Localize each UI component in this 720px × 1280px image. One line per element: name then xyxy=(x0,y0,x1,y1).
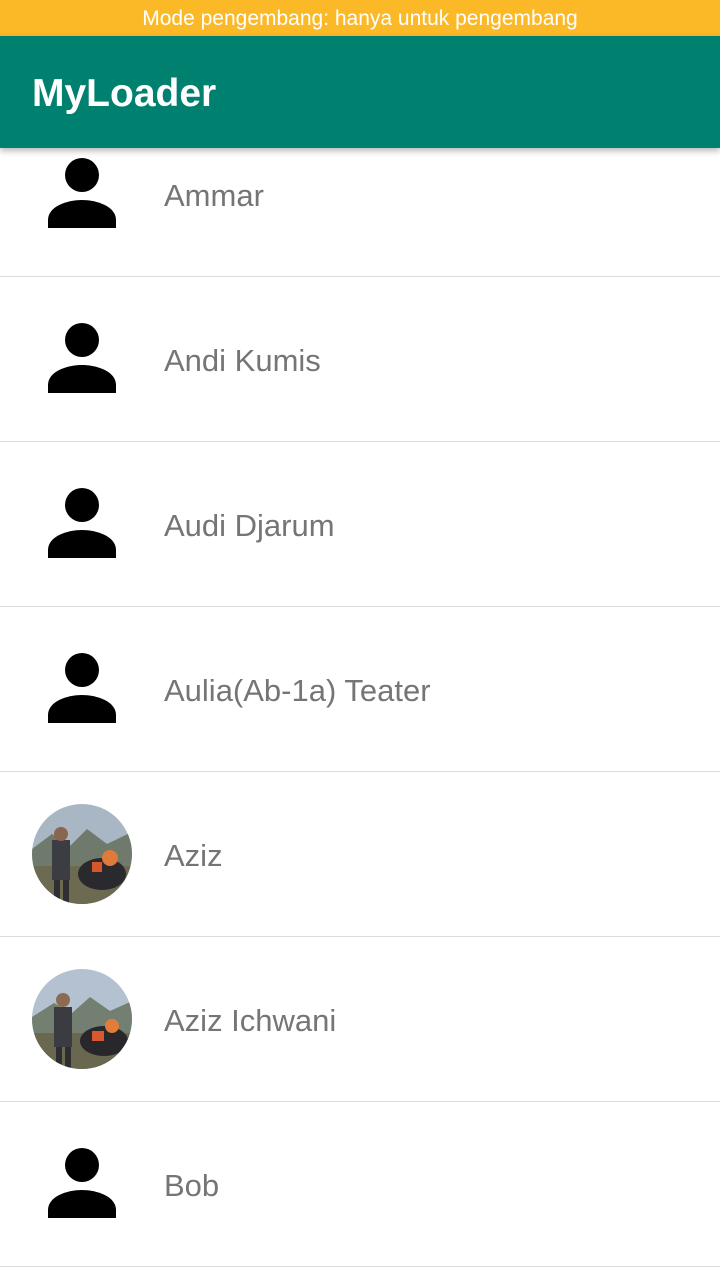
contact-name: Aziz xyxy=(164,838,223,873)
contact-list[interactable]: Ammar Andi Kumis Audi Djarum Aulia(Ab-1a… xyxy=(0,148,720,1280)
contact-name: Ammar xyxy=(164,178,264,213)
app-title: MyLoader xyxy=(32,72,217,115)
person-placeholder-icon xyxy=(32,148,132,244)
contact-row-aziz[interactable]: Aziz xyxy=(0,772,720,937)
contact-row-andi-kumis[interactable]: Andi Kumis xyxy=(0,277,720,442)
person-placeholder-icon xyxy=(32,639,132,739)
contact-name: Andi Kumis xyxy=(164,343,321,378)
contact-row-bob[interactable]: Bob xyxy=(0,1102,720,1267)
person-placeholder-icon xyxy=(32,309,132,409)
contact-name: Aulia(Ab-1a) Teater xyxy=(164,673,431,708)
contact-row-aulia-teater[interactable]: Aulia(Ab-1a) Teater xyxy=(0,607,720,772)
contact-name: Aziz Ichwani xyxy=(164,1003,337,1038)
contact-name: Audi Djarum xyxy=(164,508,335,543)
app-bar: MyLoader xyxy=(0,36,720,148)
contact-row-aziz-ichwani[interactable]: Aziz Ichwani xyxy=(0,937,720,1102)
contact-name: Bob xyxy=(164,1168,220,1203)
developer-mode-banner: Mode pengembang: hanya untuk pengembang xyxy=(0,0,720,36)
contact-row-audi-djarum[interactable]: Audi Djarum xyxy=(0,442,720,607)
person-placeholder-icon xyxy=(32,1134,132,1234)
contact-row-ammar[interactable]: Ammar xyxy=(0,148,720,277)
contact-photo-avatar xyxy=(32,969,132,1069)
contact-photo-avatar xyxy=(32,804,132,904)
person-placeholder-icon xyxy=(32,474,132,574)
